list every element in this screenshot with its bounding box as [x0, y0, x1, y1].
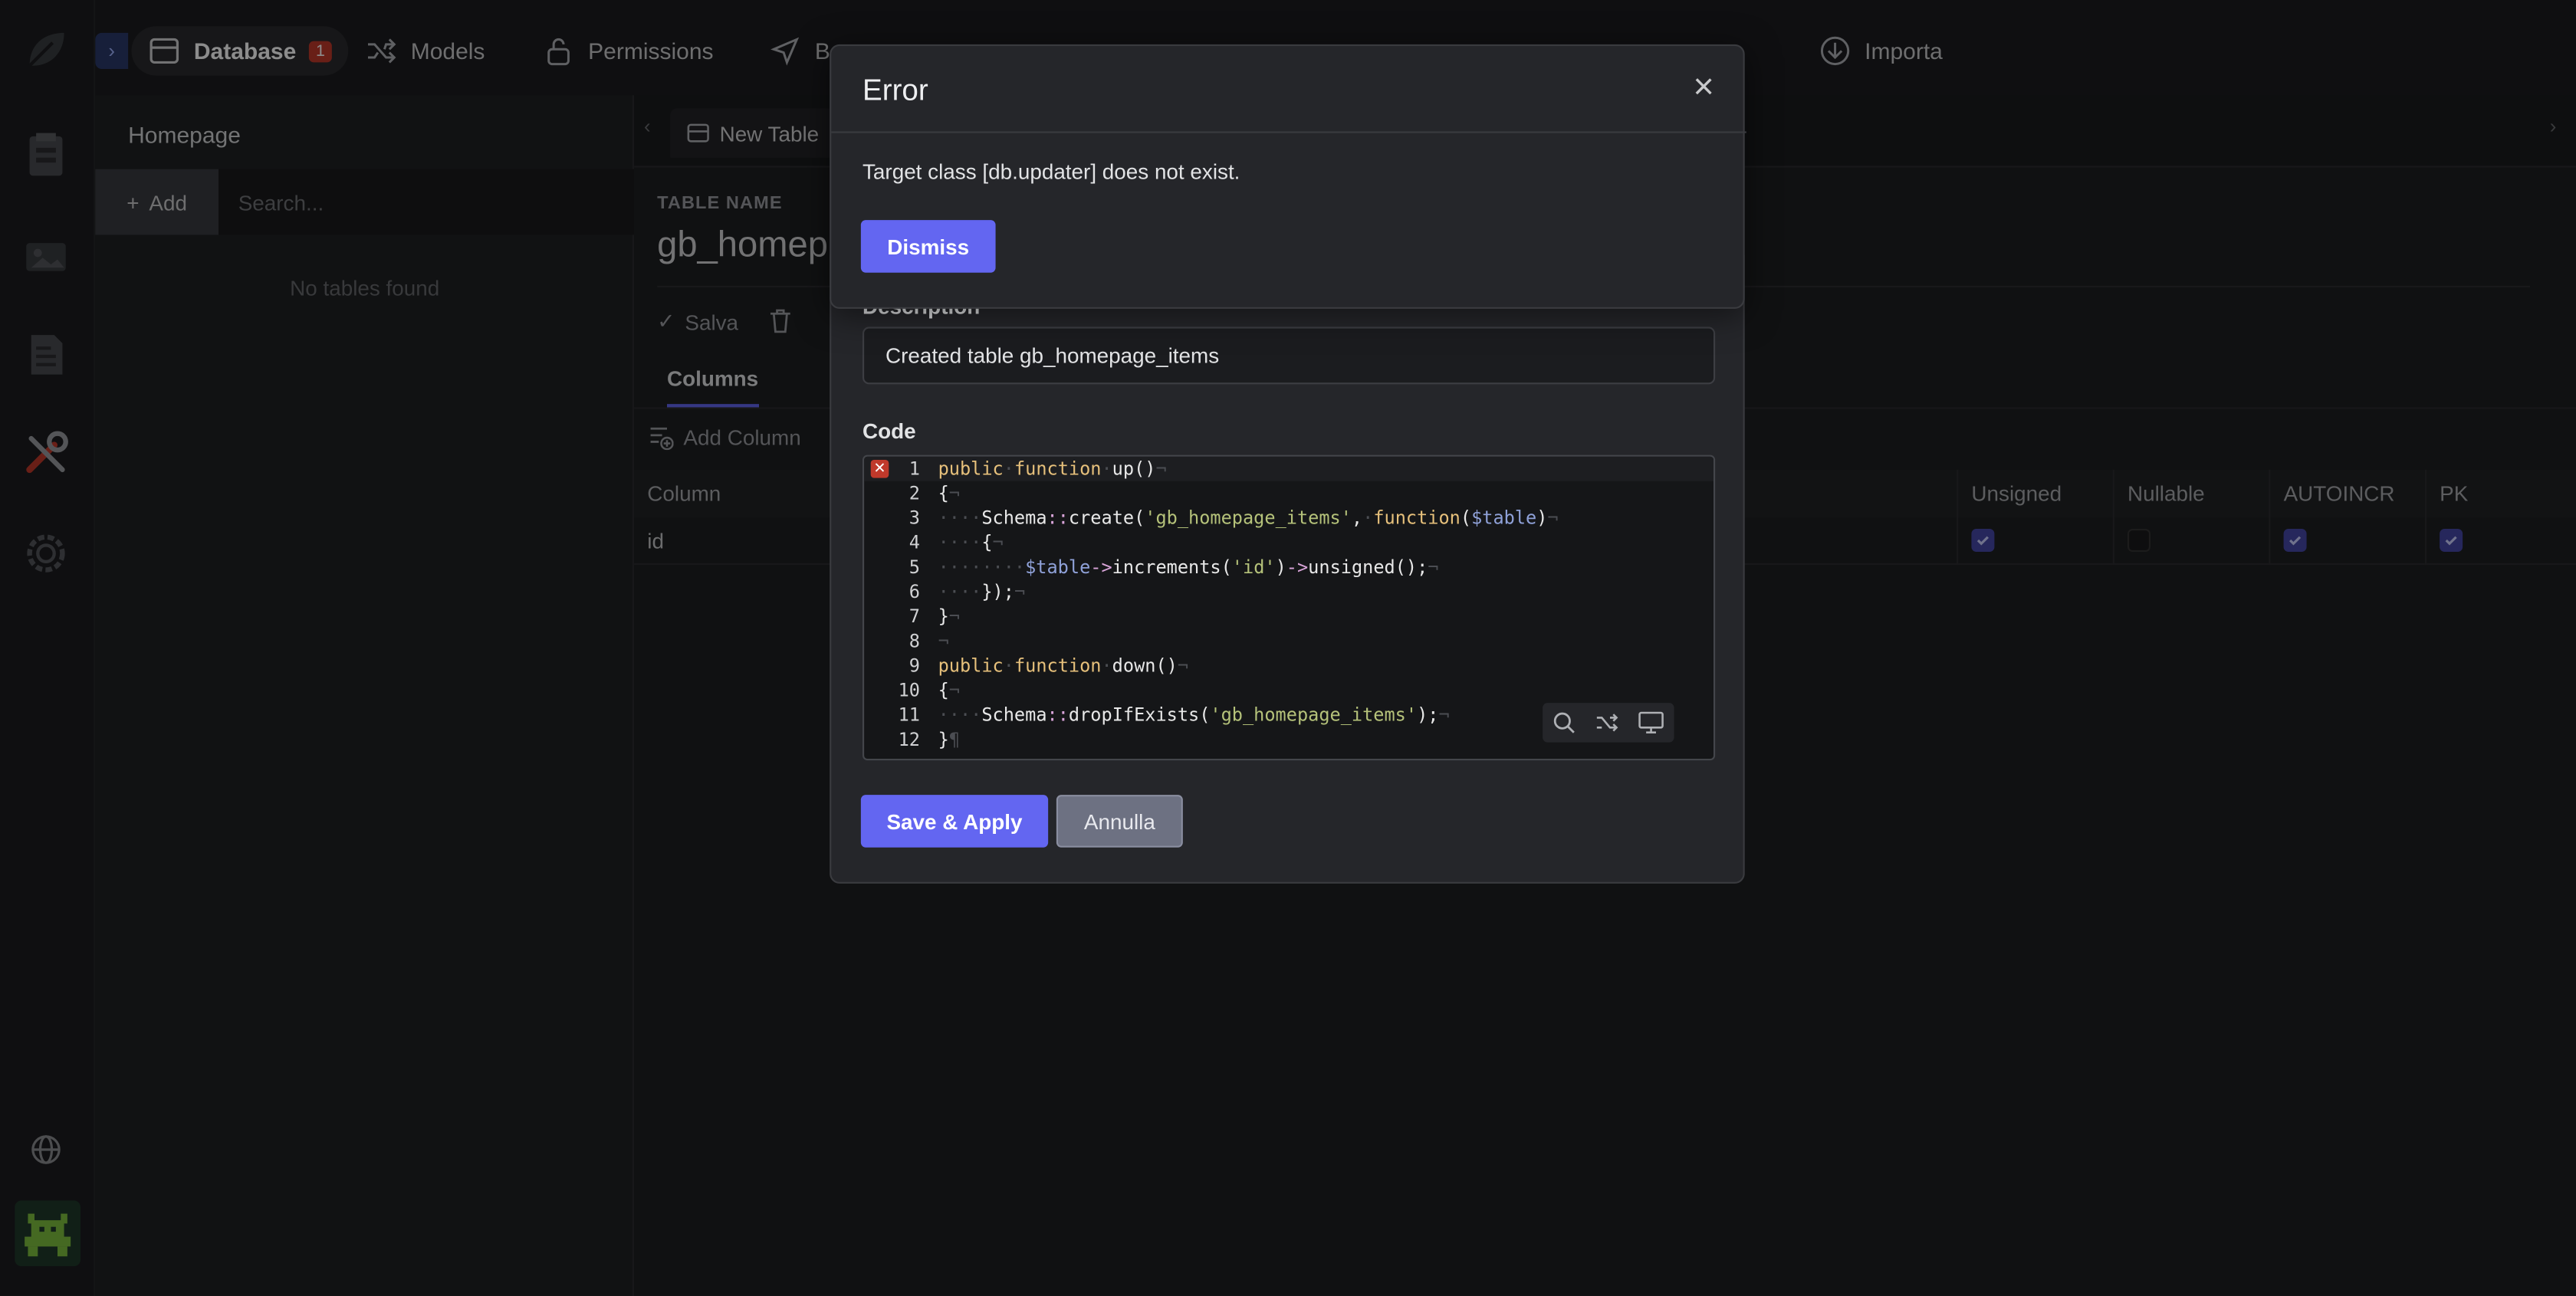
shuffle-icon[interactable]	[1595, 711, 1618, 734]
description-field[interactable]	[863, 326, 1716, 385]
line-number: 6	[909, 581, 920, 603]
code-line: ····Schema::create('gb_homepage_items',·…	[938, 507, 1559, 529]
code-line: ¬	[938, 630, 949, 652]
line-number: 2	[909, 483, 920, 504]
dismiss-button[interactable]: Dismiss	[860, 220, 996, 273]
line-number: 5	[909, 556, 920, 579]
search-icon[interactable]	[1552, 711, 1576, 734]
editor-toolbar	[1543, 703, 1674, 743]
line-number: 10	[898, 680, 920, 701]
monitor-icon[interactable]	[1638, 711, 1664, 734]
code-line: ····{¬	[938, 532, 1004, 554]
code-label: Code	[863, 418, 916, 444]
line-number: 8	[909, 630, 920, 652]
code-line: ········$table->increments('id')->unsign…	[938, 556, 1439, 579]
code-line: ····});¬	[938, 581, 1026, 603]
code-line: }¶	[938, 729, 960, 751]
close-icon[interactable]: ×	[1687, 68, 1720, 105]
migration-modal: Description Code ✕ 1 public·function·up(…	[830, 246, 1745, 884]
code-line: ····Schema::dropIfExists('gb_homepage_it…	[938, 704, 1450, 727]
line-number: 3	[909, 507, 920, 529]
divider	[831, 131, 1746, 133]
code-line: }¬	[938, 605, 960, 628]
code-line: public·function·down()¬	[938, 655, 1189, 677]
code-editor[interactable]: ✕ 1 public·function·up()¬ 2 {¬ 3 ····Sch…	[863, 454, 1716, 761]
line-number: 4	[909, 532, 920, 554]
line-number: 12	[898, 729, 920, 751]
code-line: {¬	[938, 680, 960, 701]
line-number: 9	[909, 655, 920, 677]
code-line: public·function·up()¬	[938, 458, 1167, 480]
line-number: 7	[909, 605, 920, 628]
save-apply-button[interactable]: Save & Apply	[860, 795, 1049, 848]
error-modal: Error × Target class [db.updater] does n…	[830, 44, 1746, 309]
line-number: 11	[898, 704, 920, 727]
line-number: 1	[909, 458, 920, 480]
code-line: {¬	[938, 483, 960, 504]
cancel-button[interactable]: Annulla	[1056, 795, 1183, 848]
error-message: Target class [db.updater] does not exist…	[863, 159, 1240, 184]
error-modal-title: Error	[863, 74, 928, 107]
